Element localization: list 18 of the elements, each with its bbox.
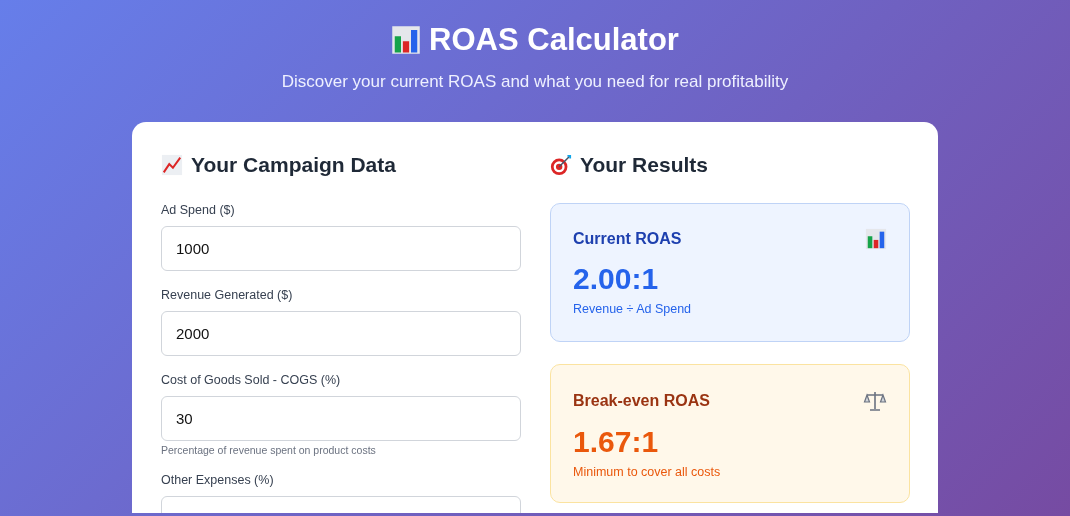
section-title: Your Results [580, 153, 708, 177]
page-title: ROAS Calculator [429, 22, 679, 58]
input-field[interactable]: 2000 [161, 311, 521, 356]
input-field[interactable]: 1000 [161, 226, 521, 271]
result-note: Minimum to cover all costs [573, 465, 722, 479]
result-note: Revenue ÷ Ad Spend [573, 302, 693, 316]
field-label: Revenue Generated ($) [161, 288, 294, 302]
result-value: 1.67:1 [573, 425, 660, 459]
result-title: Current ROAS [573, 230, 682, 248]
field-label: Cost of Goods Sold - COGS (%) [161, 373, 342, 387]
result-title: Break-even ROAS [573, 392, 710, 410]
field-hint: Percentage of revenue spent on product costs [161, 444, 377, 456]
field-label: Ad Spend ($) [161, 203, 236, 217]
section-title: Your Campaign Data [191, 153, 396, 177]
result-value: 2.00:1 [573, 262, 660, 296]
page-subtitle: Discover your current ROAS and what you need for real profitability [281, 72, 789, 92]
field-label: Other Expenses (%) [161, 473, 275, 487]
input-field[interactable]: 30 [161, 396, 521, 441]
